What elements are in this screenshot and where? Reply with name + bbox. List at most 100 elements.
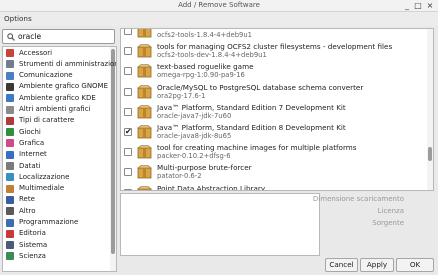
category-icon: [6, 60, 14, 69]
category-icon: [6, 116, 14, 125]
category-label: Localizzazione: [19, 172, 70, 181]
category-icon: [6, 229, 14, 238]
category-item[interactable]: Ambiente grafico GNOME: [3, 81, 108, 92]
package-name: oracle-java8-jdk-8u65: [157, 132, 232, 140]
category-icon: [6, 241, 14, 250]
category-label: Strumenti di amministrazione: [19, 59, 117, 68]
category-scrollbar-thumb[interactable]: [111, 49, 115, 254]
search-query: oracle: [18, 32, 42, 41]
category-label: Giochi: [19, 127, 41, 136]
package-description: tool for creating machine images for mul…: [157, 143, 357, 153]
category-item[interactable]: Rete: [3, 194, 108, 205]
package-row[interactable]: Multi-purpose brute-forcer patator-0.6-2: [121, 162, 427, 182]
category-item[interactable]: Localizzazione: [3, 171, 108, 182]
category-item[interactable]: Datati: [3, 160, 108, 171]
category-item[interactable]: Giochi: [3, 126, 108, 137]
package-checkbox[interactable]: ✔: [124, 127, 132, 136]
menu-options[interactable]: Options: [4, 14, 32, 23]
package-row[interactable]: text-based roguelike game omega-rpg-1:0.9…: [121, 61, 427, 81]
category-icon: [6, 71, 14, 80]
category-item[interactable]: Ambiente grafico KDE: [3, 92, 108, 103]
package-checkbox[interactable]: [124, 148, 132, 157]
minimize-button[interactable]: _: [402, 1, 412, 11]
package-box-icon: [137, 185, 152, 190]
package-checkbox[interactable]: [124, 87, 132, 96]
package-box-icon: [137, 165, 152, 179]
package-name: ora2pg-17.6-1: [157, 91, 206, 100]
category-label: Altri ambienti grafici: [19, 105, 91, 113]
category-item[interactable]: Sistema: [3, 239, 108, 250]
apply-button[interactable]: Apply: [360, 258, 394, 272]
category-icon: [6, 150, 14, 159]
package-checkbox[interactable]: [124, 47, 132, 56]
package-row[interactable]: tools for managing OCFS2 cluster filesys…: [121, 41, 427, 61]
category-item[interactable]: Multimediale: [3, 183, 108, 194]
package-description: tools for managing OCFS2 cluster filesys…: [157, 42, 393, 52]
package-name: ocfs2-tools-1.8.4-4+deb9u1: [157, 31, 253, 39]
category-label: Comunicazione: [19, 71, 73, 80]
category-item[interactable]: Altro: [3, 205, 108, 216]
category-item[interactable]: Accessori: [3, 47, 108, 58]
category-icon: [6, 128, 14, 137]
package-row[interactable]: tool for creating machine images for mul…: [121, 142, 427, 162]
package-box-icon: [137, 29, 152, 38]
package-scrollbar[interactable]: [427, 29, 433, 190]
package-checkbox[interactable]: [124, 29, 132, 35]
search-icon: [7, 33, 15, 41]
category-icon: [6, 49, 14, 57]
package-scrollbar-thumb[interactable]: [428, 147, 432, 161]
category-icon: [6, 207, 14, 216]
category-scrollbar[interactable]: [110, 47, 116, 271]
title-bar: Add / Remove Software _ □ ×: [0, 0, 438, 12]
package-row[interactable]: ocfs2-tools-1.8.4-4+deb9u1: [121, 29, 427, 41]
category-item[interactable]: Altri ambienti grafici: [3, 104, 108, 115]
category-item[interactable]: Comunicazione: [3, 70, 108, 81]
category-label: Tipi di carattere: [19, 116, 75, 125]
package-box-icon: [137, 145, 152, 159]
package-description: Multi-purpose brute-forcer: [157, 163, 252, 173]
category-item[interactable]: Scienza: [3, 250, 108, 261]
category-item[interactable]: Strumenti di amministrazione: [3, 58, 116, 69]
category-icon: [6, 252, 14, 261]
package-box-icon: [137, 44, 152, 58]
menu-bar: Options: [0, 12, 438, 26]
category-label: Editoria: [19, 229, 46, 238]
category-label: Ambiente grafico GNOME: [19, 82, 109, 91]
package-name: oracle-java7-jdk-7u60: [157, 111, 232, 120]
category-item[interactable]: Grafica: [3, 137, 108, 148]
category-icon: [6, 162, 14, 170]
category-list: Accessori Strumenti di amministrazione Com…: [2, 46, 117, 272]
package-row[interactable]: Oracle/MySQL to PostgreSQL database sche…: [121, 82, 427, 102]
package-box-icon: [137, 104, 152, 119]
package-name: ocfs2-tools-dev-1.8.4-4+deb9u1: [157, 51, 267, 60]
close-button[interactable]: ×: [425, 1, 435, 11]
category-icon: [6, 82, 14, 91]
category-label: Sistema: [19, 240, 48, 249]
category-label: Ambiente grafico KDE: [19, 93, 96, 102]
package-row[interactable]: ✔ Java™ Platform, Standard Edition 8 Deve…: [121, 122, 427, 142]
window-title: Add / Remove Software: [178, 1, 260, 9]
ok-button[interactable]: OK: [396, 258, 434, 272]
package-checkbox[interactable]: [124, 188, 132, 190]
package-row[interactable]: Java™ Platform, Standard Edition 7 Devel…: [121, 102, 427, 122]
category-item[interactable]: Programmazione: [3, 217, 108, 228]
category-item[interactable]: Editoria: [3, 228, 108, 239]
source-label: Sorgente: [372, 219, 404, 227]
category-label: Datati: [19, 161, 41, 170]
category-label: Internet: [19, 150, 47, 159]
package-box-icon: [137, 64, 152, 78]
category-icon: [6, 173, 14, 182]
category-label: Altro: [19, 206, 36, 215]
search-input[interactable]: oracle: [2, 29, 115, 44]
package-checkbox[interactable]: [124, 67, 132, 76]
package-checkbox[interactable]: [124, 107, 132, 116]
category-icon: [6, 139, 14, 148]
package-description: Java™ Platform, Standard Edition 8 Devel…: [157, 123, 346, 132]
category-item[interactable]: Internet: [3, 149, 108, 160]
package-row[interactable]: Point Data Abstraction Librarypdal-1.4.0…: [121, 183, 427, 190]
maximize-button[interactable]: □: [413, 1, 423, 11]
category-item[interactable]: Tipi di carattere: [3, 115, 108, 126]
category-icon: [6, 94, 14, 103]
package-checkbox[interactable]: [124, 168, 132, 177]
cancel-button[interactable]: Cancel: [325, 258, 358, 272]
